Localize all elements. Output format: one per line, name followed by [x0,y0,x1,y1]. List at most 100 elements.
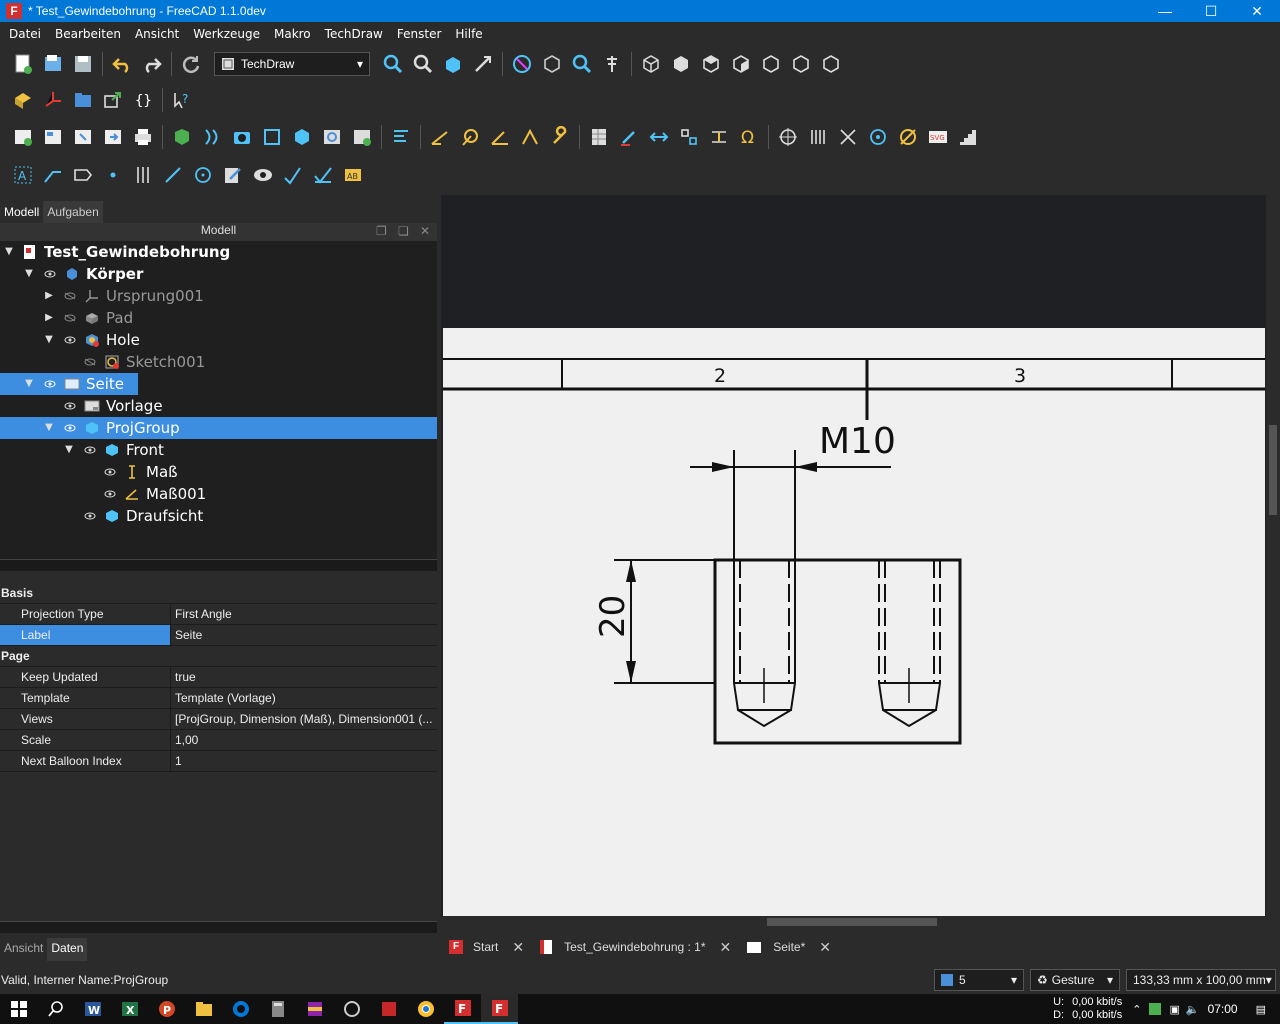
redo-button[interactable] [137,49,167,79]
drawing-horizontal-scrollbar[interactable] [443,916,1265,928]
network-icon[interactable]: ▣ [1169,1003,1179,1016]
eye-icon[interactable] [84,512,96,520]
create-link-button[interactable] [98,85,128,115]
clock[interactable]: 07:00 [1208,1002,1238,1016]
notification-icon[interactable]: ▤ [1256,1003,1266,1016]
create-group-button[interactable] [68,85,98,115]
variable-set-button[interactable]: {} [128,85,158,115]
new-document-button[interactable] [8,49,38,79]
tree-item-draufsicht[interactable]: Draufsicht [0,505,437,527]
eye-icon[interactable] [104,468,116,476]
puzzle-icon[interactable] [370,994,407,1024]
wrench-icon[interactable] [545,122,575,152]
search-icon[interactable] [37,994,74,1024]
tab-model[interactable]: Modell [0,201,44,223]
eye-icon[interactable] [64,402,76,410]
weld-symbol-button[interactable] [704,122,734,152]
shield-icon[interactable] [1149,1003,1162,1015]
winrar-icon[interactable] [296,994,333,1024]
property-projection-type[interactable]: Projection Type First Angle [0,604,437,625]
diameter-symbol-button[interactable] [893,122,923,152]
insert-active-view-button[interactable] [197,122,227,152]
count-selector[interactable]: 5 ▾ [934,969,1024,991]
drawing-vertical-scrollbar[interactable] [1266,195,1280,917]
expand-arrow-icon[interactable]: ▶ [44,291,54,301]
menu-hilfe[interactable]: Hilfe [446,27,487,41]
thread-dimension[interactable] [690,450,891,560]
chevron-up-icon[interactable]: ⌃ [1132,1003,1141,1016]
isometric-view-button[interactable] [636,49,666,79]
undock-icon[interactable]: ❏ [398,224,409,238]
leader-line-button[interactable] [38,160,68,190]
tree-item-seite[interactable]: ▼ Seite [0,373,138,395]
angle-dimension-button[interactable] [485,122,515,152]
projection-group-button[interactable] [257,122,287,152]
eye-icon[interactable] [248,160,278,190]
spreadsheet-view-button[interactable] [584,122,614,152]
eye-hidden-icon[interactable] [64,314,76,322]
menu-werkzeuge[interactable]: Werkzeuge [184,27,265,41]
dimension-display[interactable]: 133,33 mm x 100,00 mm ▾ [1126,969,1276,991]
standard-views-button[interactable] [537,49,567,79]
rich-annotation-button[interactable] [68,160,98,190]
depth-dimension-label[interactable]: 20 [593,595,633,638]
property-next-balloon-index[interactable]: Next Balloon Index 1 [0,751,437,772]
scrollbar-thumb[interactable] [767,918,937,926]
left-view-button[interactable] [816,49,846,79]
tree-item-projgroup[interactable]: ▼ ProjGroup [0,417,437,439]
bom-button[interactable]: AB [338,160,368,190]
tree-item-koerper[interactable]: ▼ Körper [0,263,437,285]
thread-dimension-label[interactable]: M10 [819,421,896,462]
property-views[interactable]: Views [ProjGroup, Dimension (Maß), Dimens… [0,709,437,730]
refresh-button[interactable] [176,49,206,79]
menu-bearbeiten[interactable]: Bearbeiten [46,27,126,41]
scrollbar-thumb[interactable] [1269,425,1277,515]
rear-view-button[interactable] [756,49,786,79]
draw-style-button[interactable] [438,49,468,79]
extent-dimension-button[interactable] [515,122,545,152]
expand-arrow-icon[interactable]: ▼ [4,247,14,257]
section-view-button[interactable] [468,49,498,79]
calculator-icon[interactable] [259,994,296,1024]
drawing-page[interactable]: 2 3 M10 20 [443,328,1265,916]
edit-annotation-button[interactable] [218,160,248,190]
file-explorer-icon[interactable] [185,994,222,1024]
insert-view-button[interactable] [167,122,197,152]
new-page-button[interactable] [8,122,38,152]
insert-image-button[interactable] [347,122,377,152]
excel-icon[interactable]: X [111,994,148,1024]
expand-arrow-icon[interactable]: ▼ [44,423,54,433]
property-scale[interactable]: Scale 1,00 [0,730,437,751]
right-view-button[interactable] [726,49,756,79]
eye-hidden-icon[interactable] [64,292,76,300]
save-button[interactable] [68,49,98,79]
eye-hidden-icon[interactable] [84,358,96,366]
tree-item-vorlage[interactable]: Vorlage [0,395,437,417]
symbol-button[interactable] [674,122,704,152]
property-group-page[interactable]: Page [0,646,437,667]
cosmetic-circle-button[interactable] [863,122,893,152]
tree-item-mass[interactable]: Maß [0,461,437,483]
camera-view-button[interactable] [227,122,257,152]
check-symbol-button[interactable] [308,160,338,190]
volume-muted-icon[interactable]: 🔈 [1186,1003,1200,1016]
tree-item-mass001[interactable]: Maß001 [0,483,437,505]
freecad-taskbar-icon[interactable]: F [444,994,481,1024]
tab-view[interactable]: Ansicht [0,938,48,961]
tree-item-ursprung001[interactable]: ▶ Ursprung001 [0,285,437,307]
tree-item-front[interactable]: ▼ Front [0,439,437,461]
freecad-taskbar-icon-2[interactable]: F [481,994,518,1024]
close-button[interactable]: ✕ [1234,0,1280,22]
tree-item-sketch001[interactable]: Sketch001 [0,351,437,373]
expand-arrow-icon[interactable]: ▶ [44,313,54,323]
top-view-button[interactable] [696,49,726,79]
length-dimension-button[interactable] [425,122,455,152]
tab-page-view[interactable]: Seite* ✕ [739,932,840,962]
tree-scrollbar[interactable] [0,559,437,571]
close-tab-icon[interactable]: ✕ [720,939,732,956]
tree-item-pad[interactable]: ▶ Pad [0,307,437,329]
expand-arrow-icon[interactable]: ▼ [64,445,74,455]
property-label[interactable]: Label Seite [0,625,437,646]
part-outline[interactable] [713,558,962,745]
export-svg-button[interactable]: SVG [923,122,953,152]
